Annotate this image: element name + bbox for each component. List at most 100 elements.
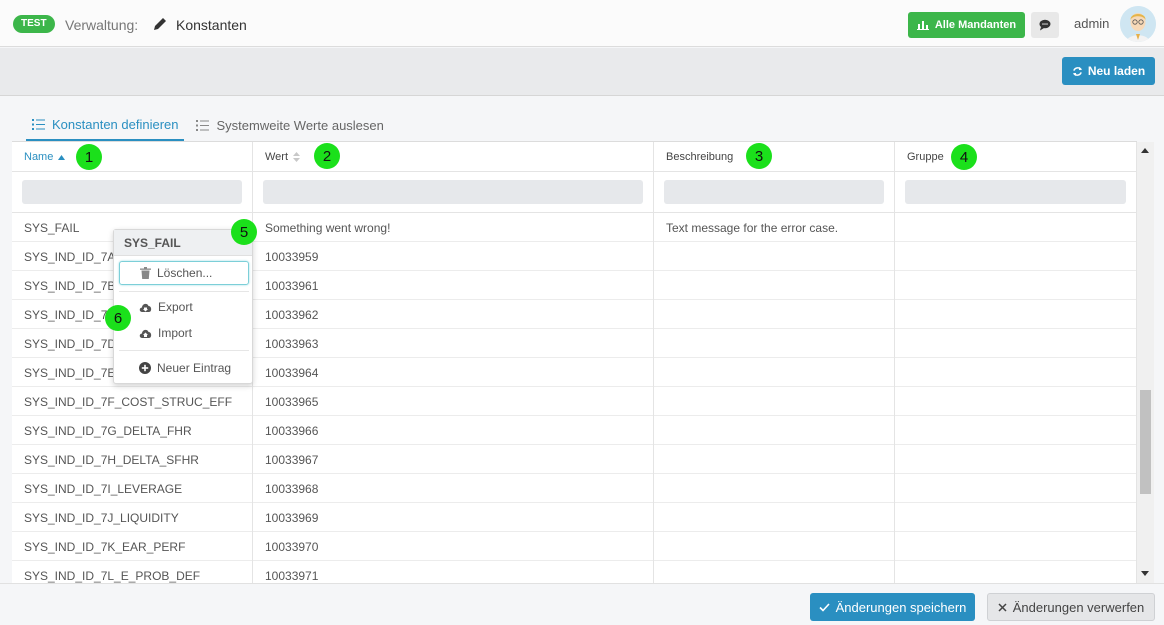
table-row[interactable]: SYS_IND_ID_7L_E_PROB_DEF 10033971 [12,561,1137,583]
table-row[interactable]: SYS_IND_ID_7F_COST_STRUC_EFF 10033965 [12,387,1137,416]
toolbar: Neu laden [0,48,1164,96]
user-name[interactable]: admin [1074,16,1109,31]
filter-wert-input[interactable] [263,180,643,204]
cell-beschreibung[interactable] [654,474,895,503]
cell-name[interactable]: SYS_IND_ID_7J_LIQUIDITY [12,503,253,532]
column-header-beschreibung[interactable]: Beschreibung [654,142,895,172]
export-menu-item[interactable]: Export [119,295,249,319]
chat-bubble-icon [1039,19,1051,31]
avatar[interactable] [1120,6,1156,42]
cell-gruppe[interactable] [895,503,1137,532]
cell-gruppe[interactable] [895,532,1137,561]
cell-name[interactable]: SYS_IND_ID_7L_E_PROB_DEF [12,561,253,583]
new-entry-menu-item[interactable]: Neuer Eintrag [119,356,249,380]
cell-wert[interactable]: 10033965 [253,387,654,416]
menu-item-label: Export [158,300,193,314]
cell-name[interactable]: SYS_IND_ID_7F_COST_STRUC_EFF [12,387,253,416]
cell-beschreibung[interactable] [654,503,895,532]
cell-name[interactable]: SYS_IND_ID_7H_DELTA_SFHR [12,445,253,474]
cell-wert[interactable]: 10033968 [253,474,654,503]
save-changes-button[interactable]: Änderungen speichern [810,593,975,621]
cell-gruppe[interactable] [895,416,1137,445]
cell-beschreibung[interactable] [654,242,895,271]
cell-beschreibung[interactable] [654,387,895,416]
cell-wert[interactable]: 10033959 [253,242,654,271]
import-menu-item[interactable]: Import [119,321,249,345]
grid-scrollbar[interactable] [1137,142,1154,583]
menu-item-label: Löschen... [157,266,213,280]
tab-systemweite-werte[interactable]: Systemweite Werte auslesen [190,109,389,141]
cell-beschreibung[interactable] [654,532,895,561]
sort-ascending-icon [58,154,66,160]
cell-gruppe[interactable] [895,300,1137,329]
cell-wert[interactable]: 10033970 [253,532,654,561]
cell-beschreibung[interactable] [654,329,895,358]
scroll-up-arrow-icon[interactable] [1141,148,1149,153]
cell-wert[interactable]: 10033961 [253,271,654,300]
table-row[interactable]: SYS_IND_ID_7K_EAR_PERF 10033970 [12,532,1137,561]
cell-beschreibung[interactable] [654,416,895,445]
cell-wert[interactable]: 10033971 [253,561,654,583]
cell-wert[interactable]: 10033963 [253,329,654,358]
cell-beschreibung[interactable]: Text message for the error case. [654,213,895,242]
chat-button[interactable] [1031,12,1059,38]
menu-separator [119,350,249,351]
column-header-label: Wert [265,151,289,163]
environment-badge: TEST [13,15,55,33]
tab-konstanten-definieren[interactable]: Konstanten definieren [26,109,185,141]
delete-menu-item[interactable]: Löschen... [119,261,249,285]
cell-name[interactable]: SYS_IND_ID_7G_DELTA_FHR [12,416,253,445]
cell-gruppe[interactable] [895,474,1137,503]
cell-beschreibung[interactable] [654,271,895,300]
table-row[interactable]: SYS_IND_ID_7J_LIQUIDITY 10033969 [12,503,1137,532]
cell-gruppe[interactable] [895,561,1137,583]
cell-beschreibung[interactable] [654,561,895,583]
all-mandanten-button[interactable]: Alle Mandanten [908,12,1025,38]
table-row[interactable]: SYS_IND_ID_7G_DELTA_FHR 10033966 [12,416,1137,445]
tab-label: Systemweite Werte auslesen [216,117,384,133]
column-header-name[interactable]: Name [12,142,253,172]
cell-wert[interactable]: 10033962 [253,300,654,329]
reload-label: Neu laden [1087,64,1146,78]
cell-beschreibung[interactable] [654,358,895,387]
discard-changes-button[interactable]: Änderungen verwerfen [987,593,1155,621]
cell-wert[interactable]: Something went wrong! [253,213,654,242]
cell-gruppe[interactable] [895,329,1137,358]
cell-gruppe[interactable] [895,387,1137,416]
scrollbar-thumb[interactable] [1140,390,1151,494]
cell-name[interactable]: SYS_IND_ID_7I_LEVERAGE [12,474,253,503]
table-row[interactable]: SYS_IND_ID_7H_DELTA_SFHR 10033967 [12,445,1137,474]
cell-gruppe[interactable] [895,213,1137,242]
cell-wert[interactable]: 10033966 [253,416,654,445]
cell-wert[interactable]: 10033964 [253,358,654,387]
cell-gruppe[interactable] [895,271,1137,300]
check-icon [819,602,830,612]
reload-button[interactable]: Neu laden [1062,57,1155,85]
column-header-label: Beschreibung [666,151,734,163]
cell-beschreibung[interactable] [654,445,895,474]
plus-circle-icon [139,362,151,374]
menu-item-label: Neuer Eintrag [157,361,232,375]
filter-name-input[interactable] [22,180,242,204]
cell-name[interactable]: SYS_IND_ID_7K_EAR_PERF [12,532,253,561]
cell-wert[interactable]: 10033969 [253,503,654,532]
filter-beschreibung-input[interactable] [664,180,884,204]
cell-wert[interactable]: 10033967 [253,445,654,474]
tab-bar: Konstanten definieren Systemweite Werte … [26,109,396,141]
cell-gruppe[interactable] [895,445,1137,474]
footer: Änderungen speichern Änderungen verwerfe… [0,583,1164,625]
save-changes-label: Änderungen speichern [835,599,967,615]
list-icon [196,119,210,131]
filter-gruppe-input[interactable] [905,180,1126,204]
filter-cell [12,172,253,213]
table-row[interactable]: SYS_IND_ID_7I_LEVERAGE 10033968 [12,474,1137,503]
filter-cell [253,172,654,213]
list-icon [32,118,45,130]
column-header-gruppe[interactable]: Gruppe [895,142,1137,172]
scroll-down-arrow-icon[interactable] [1141,571,1149,576]
breadcrumb-root[interactable]: Verwaltung: [65,17,138,33]
cell-gruppe[interactable] [895,358,1137,387]
cell-gruppe[interactable] [895,242,1137,271]
annotation-marker-5: 5 [231,219,257,245]
cell-beschreibung[interactable] [654,300,895,329]
